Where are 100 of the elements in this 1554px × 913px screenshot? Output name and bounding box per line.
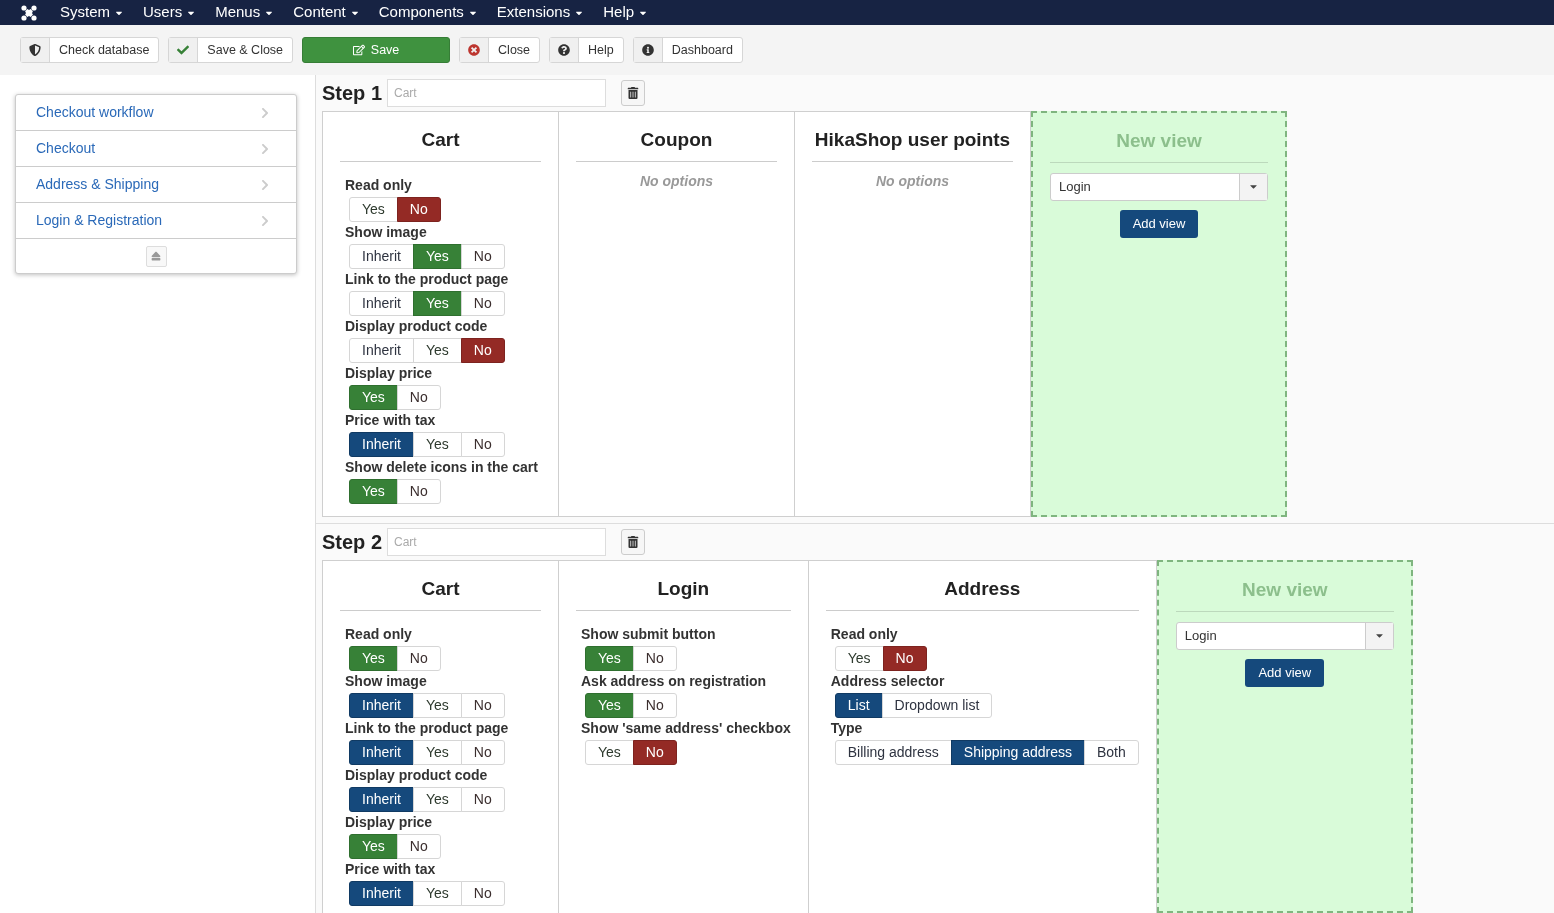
toggle-option[interactable]: No bbox=[396, 478, 441, 504]
toolbar-button[interactable]: Close bbox=[459, 37, 541, 63]
delete-button[interactable] bbox=[621, 529, 646, 555]
step-name-field[interactable]: Cart bbox=[387, 528, 607, 556]
menu-item[interactable]: Extensions bbox=[496, 1, 585, 24]
toolbar-button[interactable]: Dashboard bbox=[632, 37, 743, 63]
option-label: Display product code bbox=[345, 765, 488, 785]
view-title: Login bbox=[576, 575, 791, 611]
option-label: Show image bbox=[345, 671, 427, 691]
check-icon bbox=[177, 44, 190, 56]
toggle-option[interactable]: Shipping address bbox=[950, 739, 1085, 765]
sidebar-item[interactable]: Checkout workflow bbox=[16, 95, 296, 131]
collapse-button[interactable] bbox=[145, 245, 167, 267]
add-view-button[interactable]: Add view bbox=[1119, 209, 1199, 238]
toggle-option[interactable]: Yes bbox=[412, 243, 462, 269]
option-label: Display price bbox=[345, 363, 433, 383]
option-label: Price with tax bbox=[345, 859, 436, 879]
toggle-option[interactable]: Yes bbox=[412, 692, 462, 718]
chevron-icon bbox=[259, 142, 271, 155]
option-label: Ask address on registration bbox=[581, 671, 767, 691]
info-icon bbox=[641, 44, 654, 56]
option-label: Show image bbox=[345, 222, 427, 242]
sidebar-item[interactable]: Login & Registration bbox=[16, 203, 296, 239]
toggle-option[interactable]: Inherit bbox=[349, 739, 414, 765]
edit-icon bbox=[352, 44, 365, 56]
toggle-option[interactable]: Yes bbox=[349, 384, 398, 410]
toolbar-button[interactable]: Check database bbox=[20, 37, 160, 63]
option-label: Address selector bbox=[830, 671, 945, 691]
save-button[interactable]: Save bbox=[302, 37, 451, 63]
toggle-option[interactable]: No bbox=[460, 739, 505, 765]
toggle-option[interactable]: Inherit bbox=[349, 880, 414, 906]
shield-icon bbox=[29, 44, 41, 56]
trash-icon bbox=[627, 536, 640, 548]
menu-item[interactable]: Users bbox=[143, 1, 197, 24]
toggle-option[interactable]: Yes bbox=[412, 337, 462, 363]
sidebar-item[interactable]: Checkout bbox=[16, 131, 296, 167]
toggle-option[interactable]: Yes bbox=[585, 739, 634, 765]
toggle-option[interactable]: No bbox=[396, 833, 441, 859]
toggle-option[interactable]: List bbox=[834, 692, 883, 718]
logo-icon[interactable] bbox=[20, 3, 38, 22]
toggle-option[interactable]: Yes bbox=[585, 692, 634, 718]
toggle-option[interactable]: No bbox=[460, 880, 505, 906]
toggle-option[interactable]: Inherit bbox=[349, 337, 414, 363]
toggle-option[interactable]: No bbox=[632, 739, 677, 765]
toggle-option[interactable]: Yes bbox=[585, 645, 634, 671]
menu-item[interactable]: System bbox=[60, 1, 124, 24]
toggle-option[interactable]: Yes bbox=[412, 786, 462, 812]
toggle-option[interactable]: Both bbox=[1084, 739, 1139, 765]
menu-item[interactable]: Content bbox=[293, 1, 360, 24]
toggle-option[interactable]: No bbox=[460, 337, 505, 363]
menu-item[interactable]: Components bbox=[378, 1, 478, 24]
chevron-icon bbox=[259, 214, 271, 227]
toggle-option[interactable]: Yes bbox=[349, 645, 398, 671]
view-title: New view bbox=[1175, 576, 1394, 612]
view-title: Coupon bbox=[576, 126, 777, 162]
toggle-option[interactable]: No bbox=[460, 786, 505, 812]
menu-item[interactable]: Help bbox=[603, 1, 649, 24]
toggle-option[interactable]: No bbox=[632, 692, 677, 718]
menu-item[interactable]: Menus bbox=[215, 1, 275, 24]
toggle-option[interactable]: Yes bbox=[412, 739, 462, 765]
toolbar-button[interactable]: Save & Close bbox=[168, 37, 294, 63]
toggle-option[interactable]: Yes bbox=[412, 880, 462, 906]
toolbar-button[interactable]: Help bbox=[549, 37, 624, 63]
eject-icon bbox=[151, 251, 161, 261]
toggle-option[interactable]: Yes bbox=[834, 645, 884, 671]
toggle-option[interactable]: Inherit bbox=[349, 243, 414, 269]
toggle-option[interactable]: No bbox=[882, 645, 927, 671]
option-label: Show delete icons in the cart bbox=[345, 457, 538, 477]
chevron-icon bbox=[259, 178, 271, 191]
view-title: Address bbox=[825, 575, 1139, 611]
toggle-option[interactable]: No bbox=[632, 645, 677, 671]
sidebar-item[interactable]: Address & Shipping bbox=[16, 167, 296, 203]
option-label: Link to the product page bbox=[345, 718, 509, 738]
toggle-option[interactable]: No bbox=[460, 431, 505, 457]
add-view-button[interactable]: Add view bbox=[1245, 658, 1325, 687]
toggle-option[interactable]: Yes bbox=[412, 431, 462, 457]
view-select[interactable]: Login bbox=[1050, 172, 1268, 201]
toggle-option[interactable]: Yes bbox=[412, 290, 462, 316]
toggle-option[interactable]: Yes bbox=[349, 478, 398, 504]
step-title: Step 2 bbox=[322, 530, 383, 555]
toggle-option[interactable]: Inherit bbox=[349, 431, 414, 457]
toggle-option[interactable]: No bbox=[460, 243, 505, 269]
help-icon bbox=[558, 44, 571, 56]
option-label: Type bbox=[830, 718, 863, 738]
toggle-option[interactable]: Yes bbox=[349, 833, 398, 859]
delete-button[interactable] bbox=[621, 80, 646, 106]
toggle-option[interactable]: Inherit bbox=[349, 290, 414, 316]
toggle-option[interactable]: Inherit bbox=[349, 786, 414, 812]
view-select[interactable]: Login bbox=[1175, 621, 1394, 650]
toggle-option[interactable]: Yes bbox=[349, 196, 398, 222]
toggle-option[interactable]: No bbox=[396, 645, 441, 671]
toggle-option[interactable]: No bbox=[460, 692, 505, 718]
toggle-option[interactable]: No bbox=[396, 196, 441, 222]
step-name-field[interactable]: Cart bbox=[387, 79, 607, 107]
toggle-option[interactable]: Dropdown list bbox=[881, 692, 993, 718]
toggle-option[interactable]: No bbox=[460, 290, 505, 316]
toggle-option[interactable]: Inherit bbox=[349, 692, 414, 718]
view-title: Cart bbox=[340, 126, 541, 162]
toggle-option[interactable]: Billing address bbox=[834, 739, 952, 765]
toggle-option[interactable]: No bbox=[396, 384, 441, 410]
